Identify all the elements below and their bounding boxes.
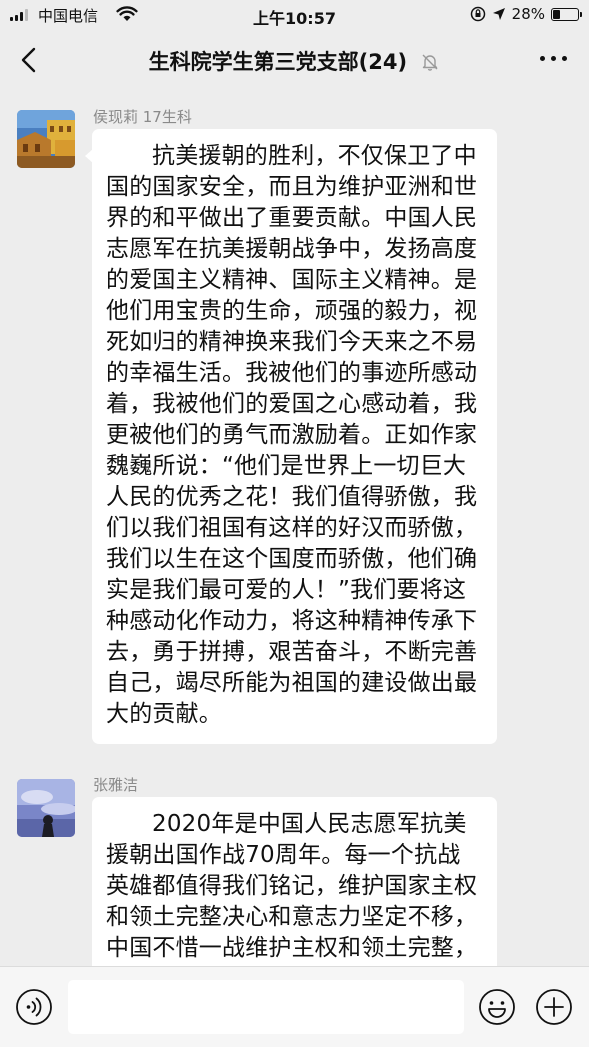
battery-percent: 28%	[511, 5, 545, 23]
plus-icon[interactable]	[535, 988, 573, 1026]
avatar-image	[17, 779, 75, 837]
battery-level-fill	[553, 9, 560, 19]
chat-title: 生科院学生第三党支部(24)	[0, 46, 589, 76]
emoji-icon[interactable]	[478, 988, 516, 1026]
input-bar	[0, 966, 589, 1047]
status-right-group: 28%	[470, 5, 582, 23]
more-options-icon[interactable]	[540, 56, 567, 61]
status-bar: 中国电信 上午10:57 28%	[0, 0, 589, 30]
orientation-lock-icon	[470, 6, 485, 22]
group-name: 生科院学生第三党支部(24)	[148, 50, 408, 74]
sender-name: 侯现莉 17生科	[93, 108, 192, 126]
battery-icon	[551, 7, 582, 21]
message-bubble[interactable]: 2020年是中国人民志愿军抗美援朝出国作战70周年。每一个抗战英雄都值得我们铭记…	[92, 797, 497, 966]
message-list[interactable]: 侯现莉 17生科 抗美援朝的胜利，不仅保卫了中国的国家安全，而且为维护亚洲和世界…	[0, 90, 589, 966]
muted-bell-icon	[422, 54, 438, 71]
message-input[interactable]	[68, 980, 464, 1034]
avatar[interactable]	[17, 779, 75, 837]
nav-bar: 生科院学生第三党支部(24)	[0, 30, 589, 90]
avatar[interactable]	[17, 110, 75, 168]
message-bubble[interactable]: 抗美援朝的胜利，不仅保卫了中国的国家安全，而且为维护亚洲和世界的和平做出了重要贡…	[85, 129, 497, 744]
avatar-image	[17, 110, 75, 168]
location-arrow-icon	[492, 8, 505, 20]
sender-name: 张雅洁	[93, 776, 139, 794]
voice-input-icon[interactable]	[15, 988, 53, 1026]
